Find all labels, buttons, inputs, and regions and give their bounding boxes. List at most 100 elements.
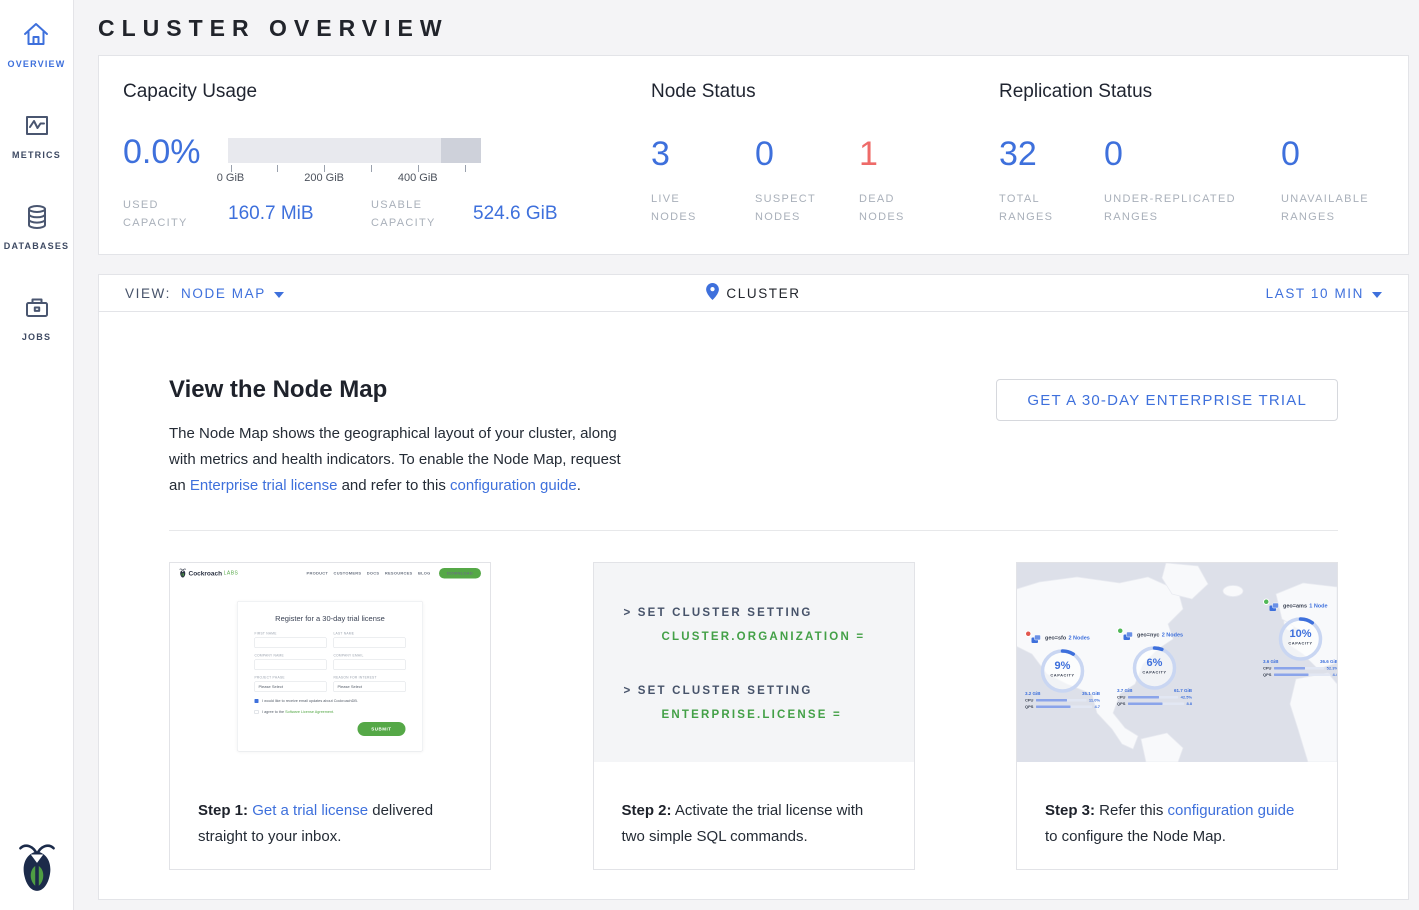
step1-caption: Step 1: Get a trial license delivered st… [170,762,490,850]
capacity-bar [228,138,481,163]
mini-site-register-form: Register for a 30-day trial license FIRS… [237,601,423,752]
mini-site-field-label: REASON FOR INTEREST [334,676,406,680]
step1-card: Cockroach LABS PRODUCT CUSTOMERS DOCS RE… [169,562,491,870]
node-map-marker-nyc: geo=nyc 2 Nodes 6% [1117,630,1192,706]
location-pin-icon [706,283,726,303]
mini-site-license-link: Software License Agreement. [285,710,334,715]
node-cluster-icon [1030,633,1042,645]
node-map-marker-sfo: geo=sfo 2 Nodes 9% [1025,633,1100,709]
step3-text: to configure the Node Map. [1045,828,1226,845]
configuration-guide-link[interactable]: configuration guide [450,477,577,494]
time-range-dropdown[interactable]: LAST 10 MIN [1266,286,1382,301]
mini-site-input [255,660,327,671]
cpu-label: CPU [1263,666,1271,671]
mini-site-field-label: PROJECT PHASE [255,676,327,680]
under-replicated-ranges-label: UNDER-REPLICATED RANGES [1104,190,1274,226]
enterprise-trial-button[interactable]: GET A 30-DAY ENTERPRISE TRIAL [996,379,1338,421]
node-status-title: Node Status [651,81,999,103]
mini-site-input [334,638,406,649]
cluster-breadcrumb: CLUSTER [99,283,1408,303]
live-nodes-label: LIVE NODES [651,190,755,226]
mini-site-submit-button: SUBMIT [357,722,405,736]
live-nodes-stat: 3 LIVE NODES [651,139,755,226]
step2-caption: Step 2: Activate the trial license with … [594,762,914,850]
mini-site-input [255,638,327,649]
capacity-bar-chart: 0 GiB 200 GiB 400 GiB [228,137,481,187]
mini-site-input [334,660,406,671]
locality-node-count: 2 Nodes [1162,632,1183,638]
dead-nodes-label: DEAD NODES [859,190,963,226]
qps-value: 8.8 [1186,702,1192,707]
capacity-gauge-label: CAPACITY [1277,641,1325,646]
capacity-gauge: 10% CAPACITY [1277,615,1325,663]
mini-site-logo-text: Cockroach [189,569,223,577]
capacity-percent: 6% [1131,656,1179,669]
mini-site-header: Cockroach LABS PRODUCT CUSTOMERS DOCS RE… [170,563,490,583]
step3-text: Refer this [1095,802,1168,819]
view-selector-dropdown[interactable]: NODE MAP [181,286,284,301]
mini-site-logo: Cockroach LABS [179,568,238,578]
qps-label: QPS [1117,702,1125,707]
main-content: CLUSTER OVERVIEW Capacity Usage 0.0% 0 G… [74,0,1419,910]
status-dot-red [1025,631,1032,638]
step3-caption: Step 3: Refer this configuration guide t… [1017,762,1337,850]
step2-code-block: > SET CLUSTER SETTING CLUSTER.ORGANIZATI… [594,563,914,762]
used-capacity-value: 160.7 MiB [228,203,371,225]
cluster-breadcrumb-label: CLUSTER [726,286,800,301]
status-dot-green [1263,599,1270,606]
sidebar-item-label: JOBS [22,332,51,342]
sql-command: > SET CLUSTER SETTING [624,685,914,697]
live-nodes-value: 3 [651,139,755,169]
cpu-value: 42.5% [1181,695,1192,700]
capacity-usage-title: Capacity Usage [123,81,651,103]
status-dot-green [1117,628,1124,635]
description-text: and refer to this [337,477,450,494]
mini-site-nav-item: RESOURCES [385,571,413,576]
total-ranges-stat: 32 TOTAL RANGES [999,139,1104,226]
view-label: VIEW: [125,286,171,301]
capacity-axis-ticks [228,163,481,172]
capacity-used-percent: 0.0% [123,137,228,187]
capacity-axis-labels: 0 GiB 200 GiB 400 GiB [228,172,481,187]
capacity-usage-section: Capacity Usage 0.0% 0 GiB 200 GiB 400 Gi… [123,81,651,254]
usable-capacity-value: 524.6 GiB [473,203,558,225]
step2-card: > SET CLUSTER SETTING CLUSTER.ORGANIZATI… [593,562,915,870]
axis-label: 0 GiB [217,172,245,184]
capacity-percent: 10% [1277,627,1325,640]
cpu-label: CPU [1025,698,1033,703]
capacity-gauge: 6% CAPACITY [1131,644,1179,692]
mini-site-checkbox-label: I agree to the Software License Agreemen… [262,710,334,715]
mini-site-field-label: COMPANY NAME [255,654,327,658]
step1-screenshot: Cockroach LABS PRODUCT CUSTOMERS DOCS RE… [170,563,490,762]
mini-site-logo-suffix: LABS [224,570,239,576]
node-cluster-icon [1122,630,1134,642]
sidebar-item-metrics[interactable]: METRICS [12,111,61,160]
sidebar-item-databases[interactable]: DATABASES [4,202,69,251]
sql-setting-name: ENTERPRISE.LICENSE = [662,709,914,721]
node-map-heading: View the Node Map [169,376,641,404]
axis-label: 200 GiB [304,172,344,184]
enterprise-trial-license-link[interactable]: Enterprise trial license [190,477,338,494]
step3-label: Step 3: [1045,802,1095,819]
node-map-intro: View the Node Map The Node Map shows the… [169,376,641,499]
qps-value: 4.4 [1332,673,1337,678]
section-divider [169,530,1338,531]
mini-site-select: Please Select [334,682,406,693]
total-ranges-value: 32 [999,139,1104,169]
get-trial-license-link[interactable]: Get a trial license [252,802,368,819]
unavailable-ranges-label: UNAVAILABLE RANGES [1281,190,1401,226]
metrics-icon [22,111,52,141]
step1-label: Step 1: [198,802,248,819]
mini-site-nav-item: CUSTOMERS [334,571,362,576]
sidebar-item-jobs[interactable]: JOBS [22,293,52,342]
capacity-gauge: 9% CAPACITY [1039,647,1087,695]
step2-label: Step 2: [622,802,672,819]
configuration-guide-link[interactable]: configuration guide [1168,802,1295,819]
sidebar-item-overview[interactable]: OVERVIEW [8,20,66,69]
capacity-gauge-label: CAPACITY [1131,670,1179,675]
locality-name: geo=nyc [1137,632,1159,638]
replication-status-section: Replication Status 32 TOTAL RANGES 0 UND… [999,81,1408,254]
suspect-nodes-stat: 0 SUSPECT NODES [755,139,859,226]
mini-site-field-label: FIRST NAME [255,632,327,636]
mini-site-download-button: DOWNLOAD [439,568,481,579]
